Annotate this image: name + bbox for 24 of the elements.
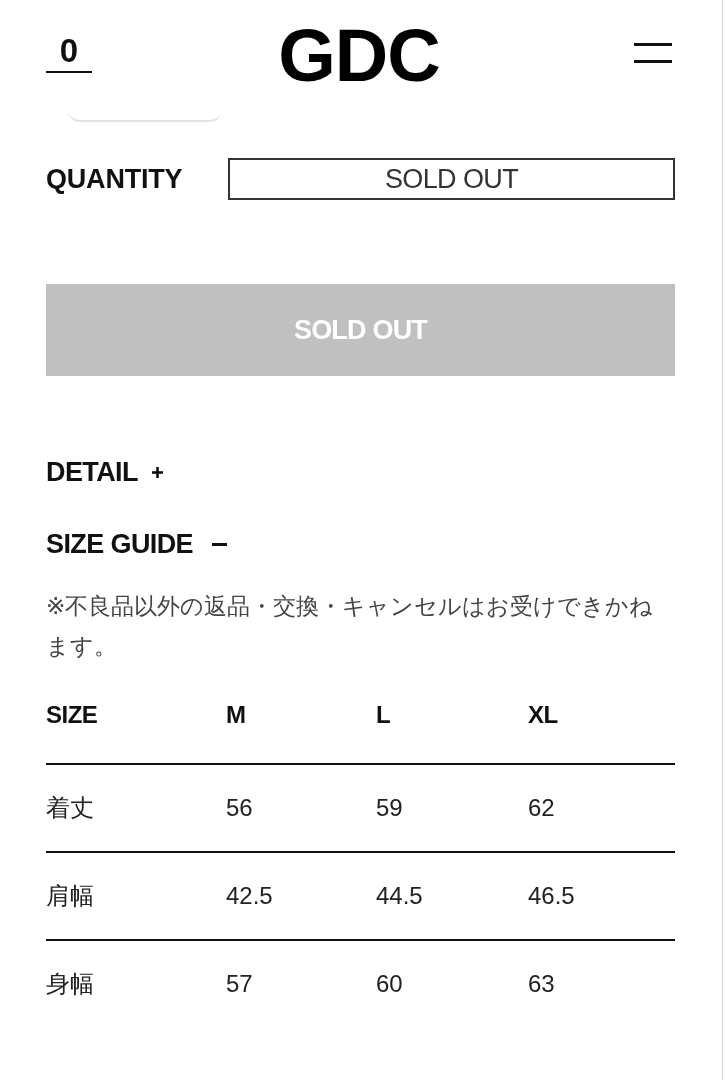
quantity-select[interactable]: SOLD OUT [228,158,675,200]
table-cell-text: 62 [528,794,556,822]
table-cell-text: 56 [226,794,254,822]
column-header: SIZE [46,700,99,729]
table-cell-text: 着丈 [46,793,95,823]
table-cell-text: 46.5 [528,882,576,910]
table-cell-text: 44.5 [376,882,424,910]
table-cell-text: 60 [376,970,404,998]
table-cell-text: 63 [528,970,556,998]
column-header: XL [528,700,559,729]
accordion-header[interactable]: SIZE GUIDE [46,508,228,580]
size-note: ※不良品以外の返品・交換・キャンセルはお受けできかねます。 [46,592,655,661]
accordion-header[interactable]: DETAIL [46,436,163,508]
menu-icon[interactable] [634,43,672,63]
table-cell-text: 肩幅 [46,881,95,911]
quantity-label: QUANTITY [46,163,184,195]
table-cell-text: 身幅 [46,969,95,999]
column-header: L [376,700,392,729]
table-cell-text: 57 [226,970,254,998]
column-header: M [226,700,247,729]
logo[interactable]: GDC [278,19,440,93]
table-cell-text: 42.5 [226,882,274,910]
cart-count-link[interactable]: 0 [46,34,92,73]
table-cell-text: 59 [376,794,404,822]
